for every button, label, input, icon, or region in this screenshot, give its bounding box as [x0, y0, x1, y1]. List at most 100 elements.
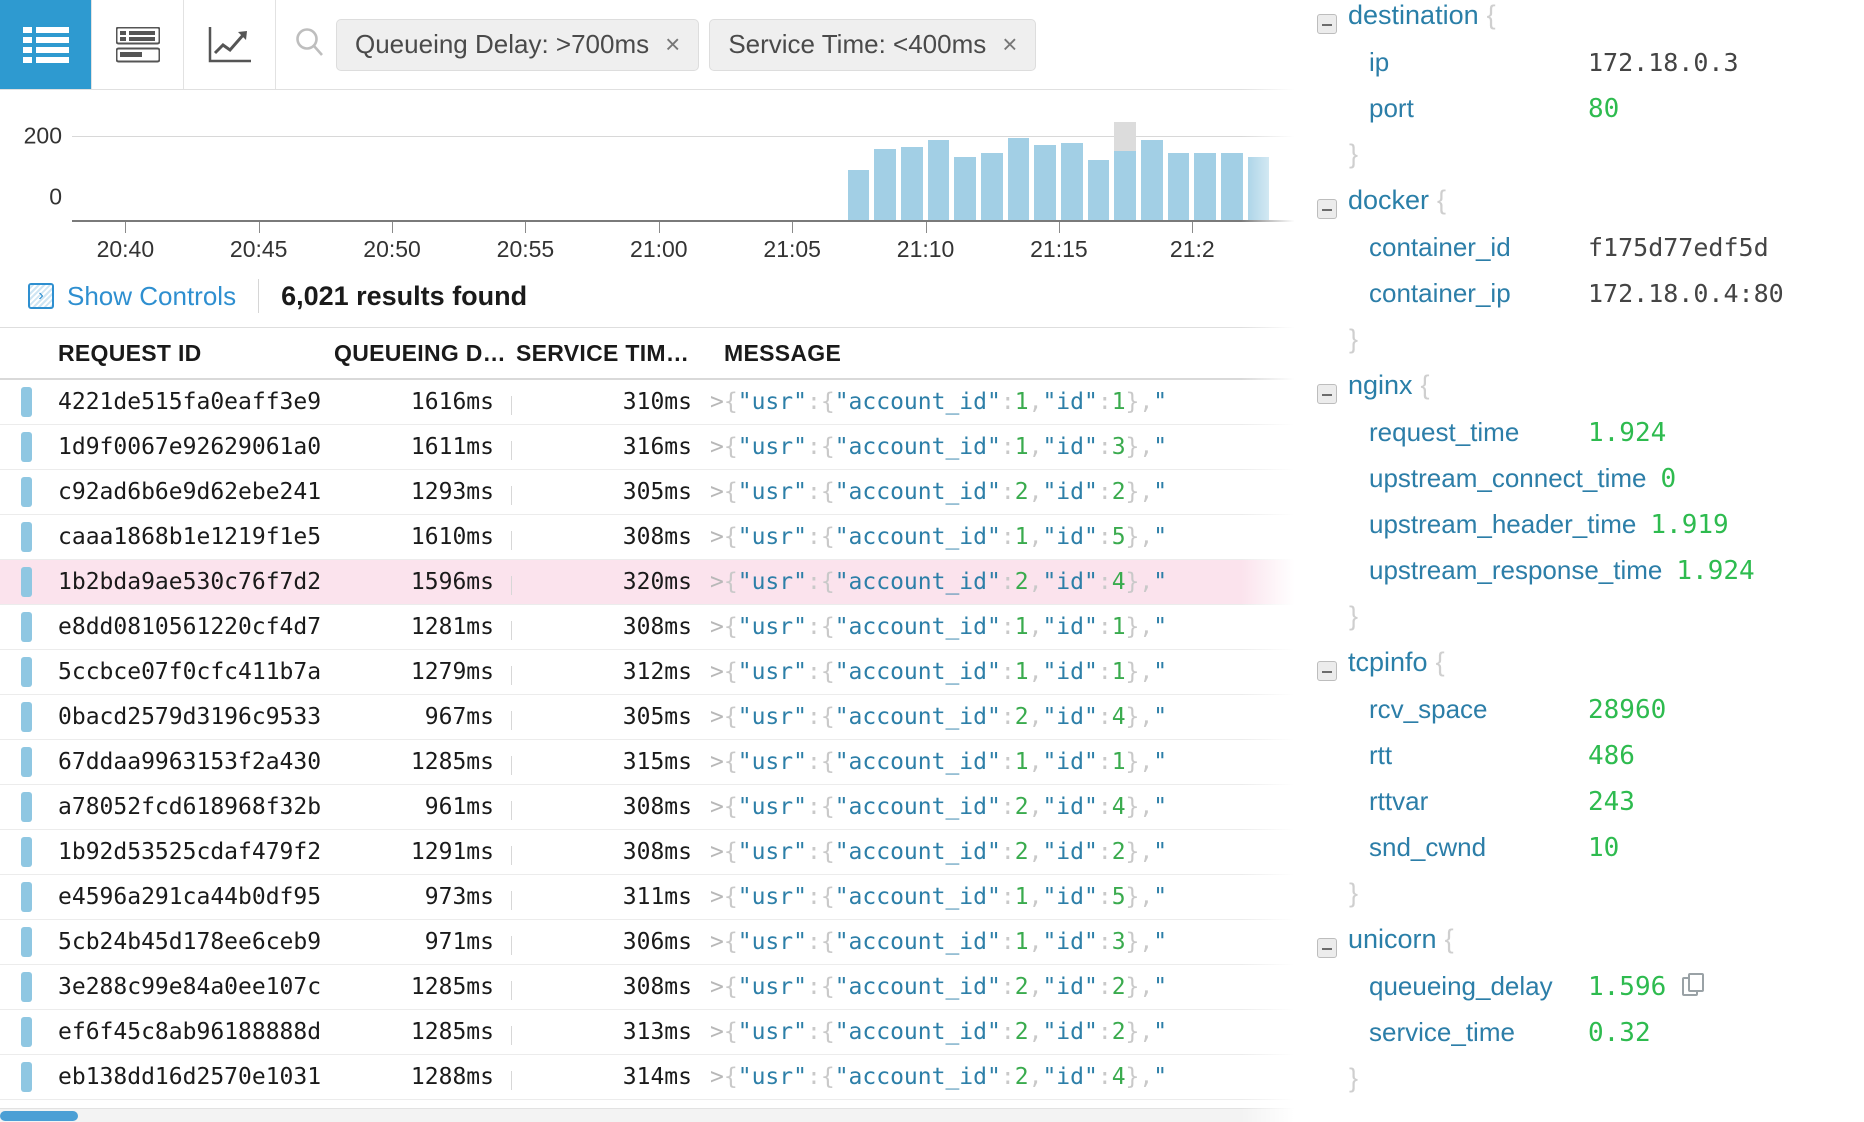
cell-service-time: 305ms [512, 704, 702, 730]
json-field-snd_cwnd[interactable]: snd_cwnd10 [1309, 832, 1864, 878]
y-axis-tick-200: 200 [24, 123, 62, 150]
histogram-bar[interactable] [1088, 160, 1110, 221]
json-field-value: 243 [1588, 787, 1635, 817]
histogram-bar[interactable] [1141, 140, 1163, 220]
table-row[interactable]: 4221de515fa0eaff3e9…1616ms310ms>{"usr":{… [0, 380, 1299, 425]
table-row[interactable]: e8dd0810561220cf4d7…1281ms308ms>{"usr":{… [0, 605, 1299, 650]
collapse-toggle-icon[interactable] [1317, 199, 1337, 219]
json-field-request_time[interactable]: request_time1.924 [1309, 417, 1864, 463]
json-field-key: container_ip [1309, 278, 1574, 309]
x-axis-tick-mark [392, 222, 393, 233]
severity-bar-icon [21, 837, 32, 867]
json-group-docker[interactable]: docker{ [1309, 185, 1864, 232]
histogram-bar[interactable] [848, 170, 870, 220]
json-group-destination[interactable]: destination{ [1309, 0, 1864, 47]
histogram-bar[interactable] [1034, 145, 1056, 220]
json-field-key: upstream_response_time [1309, 555, 1662, 586]
table-row[interactable]: 0bacd2579d3196c9533…967ms305ms>{"usr":{"… [0, 695, 1299, 740]
copy-icon[interactable] [1682, 973, 1702, 995]
collapse-toggle-icon[interactable] [1317, 661, 1337, 681]
table-row[interactable]: 5cb24b45d178ee6ceb9…971ms306ms>{"usr":{"… [0, 920, 1299, 965]
collapse-toggle-icon[interactable] [1317, 384, 1337, 404]
table-row[interactable]: 5ccbce07f0cfc411b7a…1279ms312ms>{"usr":{… [0, 650, 1299, 695]
row-flag [0, 1017, 52, 1047]
table-row[interactable]: ef6f45c8ab96188888d…1285ms313ms>{"usr":{… [0, 1010, 1299, 1055]
table-row[interactable]: 1b2bda9ae530c76f7d2…1596ms320ms>{"usr":{… [0, 560, 1299, 605]
table-view-button[interactable] [92, 0, 184, 89]
table-header-message[interactable]: MESSAGE [702, 340, 1299, 367]
horizontal-scrollbar[interactable] [0, 1108, 1299, 1122]
json-field-container_ip[interactable]: container_ip172.18.0.4:80 [1309, 278, 1864, 324]
close-icon[interactable]: × [1002, 29, 1017, 60]
cell-message: >{"usr":{"account_id":2,"id":4}," [702, 794, 1299, 820]
json-field-queueing_delay[interactable]: queueing_delay1.596 [1309, 971, 1864, 1017]
cell-queueing-delay: 961ms [322, 794, 512, 820]
json-group-tcpinfo[interactable]: tcpinfo{ [1309, 647, 1864, 694]
json-field-rttvar[interactable]: rttvar 243 [1309, 786, 1864, 832]
severity-bar-icon [21, 1017, 32, 1047]
collapse-toggle-icon[interactable] [1317, 14, 1337, 34]
close-icon[interactable]: × [665, 29, 680, 60]
filter-chip-queueing-delay[interactable]: Queueing Delay: >700ms × [336, 19, 699, 71]
histogram-bar[interactable] [1168, 153, 1190, 220]
json-field-container_id[interactable]: container_idf175d77edf5d [1309, 232, 1864, 278]
json-field-rtt[interactable]: rtt486 [1309, 740, 1864, 786]
json-field-upstream_header_time[interactable]: upstream_header_time1.919 [1309, 509, 1864, 555]
list-view-button[interactable] [0, 0, 92, 89]
json-field-port[interactable]: port80 [1309, 93, 1864, 139]
json-field-key: rcv_space [1309, 694, 1574, 725]
cell-message: >{"usr":{"account_id":1,"id":1}," [702, 614, 1299, 640]
json-group-nginx[interactable]: nginx{ [1309, 370, 1864, 417]
cell-request-id: ef6f45c8ab96188888d… [52, 1019, 322, 1045]
table-row[interactable]: caaa1868b1e1219f1e5…1610ms308ms>{"usr":{… [0, 515, 1299, 560]
cell-queueing-delay: 1596ms [322, 569, 512, 595]
table-row[interactable]: e4596a291ca44b0df95…973ms311ms>{"usr":{"… [0, 875, 1299, 920]
table-row[interactable]: c92ad6b6e9d62ebe241…1293ms305ms>{"usr":{… [0, 470, 1299, 515]
severity-bar-icon [21, 432, 32, 462]
histogram-bar[interactable] [1061, 143, 1083, 220]
table-row[interactable]: 67ddaa9963153f2a430…1285ms315ms>{"usr":{… [0, 740, 1299, 785]
table-row[interactable]: 1d9f0067e92629061a0…1611ms316ms>{"usr":{… [0, 425, 1299, 470]
json-field-upstream_connect_time[interactable]: upstream_connect_time0 [1309, 463, 1864, 509]
cell-service-time: 312ms [512, 659, 702, 685]
collapse-toggle-icon[interactable] [1317, 938, 1337, 958]
json-open-brace: { [1421, 370, 1430, 401]
chart-view-button[interactable] [184, 0, 276, 89]
severity-bar-icon [21, 522, 32, 552]
table-row[interactable]: a78052fcd618968f32b…961ms308ms>{"usr":{"… [0, 785, 1299, 830]
histogram-bar[interactable] [1114, 151, 1136, 220]
table-header-queueing-delay[interactable]: QUEUEING D… [322, 340, 512, 367]
json-field-ip[interactable]: ip172.18.0.3 [1309, 47, 1864, 93]
histogram-bar[interactable] [1248, 157, 1270, 220]
search-bar[interactable]: Queueing Delay: >700ms × Service Time: <… [276, 0, 1299, 89]
table-row[interactable]: 1b92d53525cdaf479f2…1291ms308ms>{"usr":{… [0, 830, 1299, 875]
x-axis-tick-label: 21:00 [630, 236, 688, 263]
cell-service-time: 306ms [512, 929, 702, 955]
scrollbar-thumb[interactable] [0, 1111, 78, 1121]
histogram-bar[interactable] [954, 157, 976, 220]
x-axis-tick-mark [259, 222, 260, 233]
histogram-bar[interactable] [1008, 138, 1030, 220]
histogram-bar[interactable] [901, 147, 923, 220]
table-header-request-id[interactable]: REQUEST ID [52, 340, 322, 367]
json-group-name: docker [1348, 185, 1429, 216]
histogram-bar[interactable] [928, 140, 950, 220]
histogram-bar[interactable] [874, 149, 896, 220]
table-header-service-time[interactable]: SERVICE TIM… [512, 340, 702, 367]
search-input[interactable] [1046, 19, 1285, 71]
json-field-service_time[interactable]: service_time0.32 [1309, 1017, 1864, 1063]
filter-chip-service-time[interactable]: Service Time: <400ms × [709, 19, 1036, 71]
json-field-value: f175d77edf5d [1588, 233, 1769, 262]
histogram-bars[interactable] [72, 112, 1299, 220]
histogram-bar[interactable] [1221, 153, 1243, 220]
json-field-key: rttvar [1309, 786, 1574, 817]
table-row[interactable]: eb138dd16d2570e1031…1288ms314ms>{"usr":{… [0, 1055, 1299, 1100]
histogram-bar[interactable] [1194, 153, 1216, 220]
cell-queueing-delay: 1291ms [322, 839, 512, 865]
show-controls-button[interactable]: › Show Controls [28, 281, 236, 312]
histogram-bar[interactable] [981, 153, 1003, 220]
table-row[interactable]: 3e288c99e84a0ee107c…1285ms308ms>{"usr":{… [0, 965, 1299, 1010]
json-group-unicorn[interactable]: unicorn{ [1309, 924, 1864, 971]
json-field-rcv_space[interactable]: rcv_space28960 [1309, 694, 1864, 740]
json-field-upstream_response_time[interactable]: upstream_response_time1.924 [1309, 555, 1864, 601]
